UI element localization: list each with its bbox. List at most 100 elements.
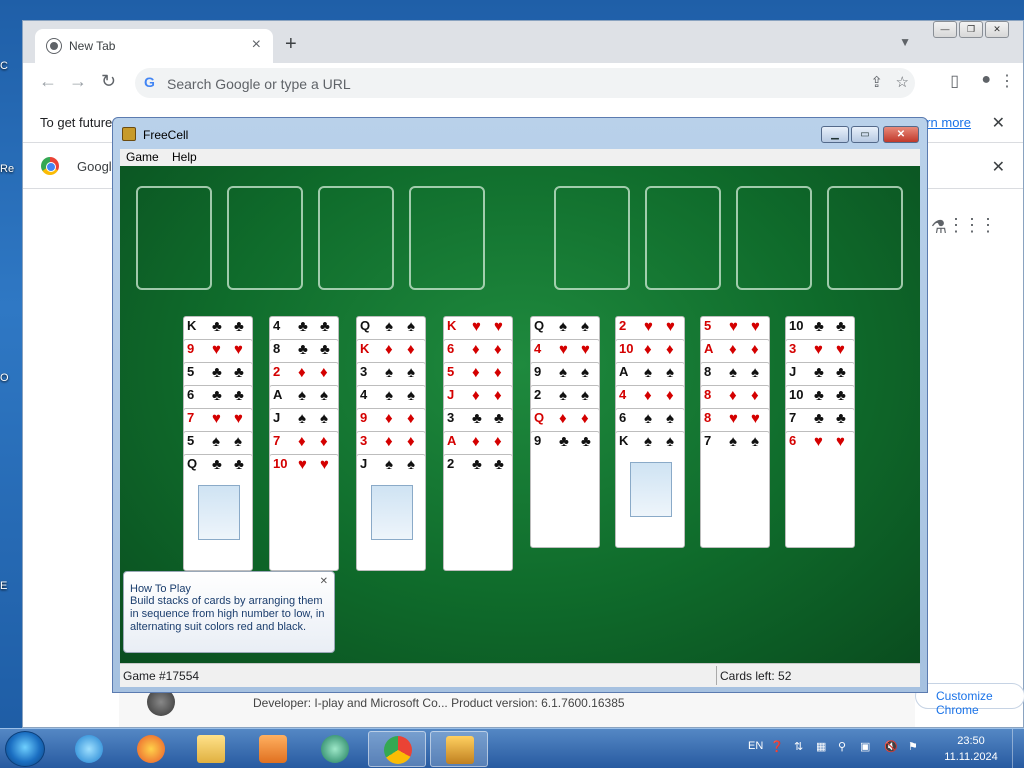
tray-arrow-icon[interactable]: ⇅ <box>794 740 803 753</box>
tray-app-icon[interactable]: ▦ <box>816 740 826 753</box>
card-rank: J <box>360 456 368 471</box>
card-rank: 2 <box>447 456 455 471</box>
card-face-picture <box>198 485 240 540</box>
flag-icon[interactable]: ⚑ <box>908 740 918 753</box>
share-icon[interactable]: ⇪ <box>870 73 883 91</box>
playing-card[interactable]: Q ♣ ♣ <box>183 454 253 571</box>
forward-icon[interactable]: → <box>69 71 87 92</box>
apps-grid-icon[interactable]: ⋮⋮⋮ <box>947 215 997 236</box>
card-suit-icon: ♠ <box>581 318 589 335</box>
maximize-button[interactable]: ❐ <box>959 21 983 38</box>
playing-card[interactable]: 2 ♣ ♣ <box>443 454 513 571</box>
card-rank: J <box>789 364 797 379</box>
close-button[interactable]: ✕ <box>883 126 919 143</box>
network-icon[interactable]: ▣ <box>860 740 870 753</box>
freecell-app-icon <box>122 127 136 141</box>
maximize-button[interactable]: ▭ <box>851 126 879 143</box>
game-number: Game #17554 <box>123 669 200 683</box>
chevron-down-icon[interactable]: ▼ <box>899 35 911 49</box>
playing-card[interactable]: J ♠ ♠ <box>356 454 426 571</box>
card-rank: 8 <box>704 410 712 425</box>
taskbar-freecell[interactable] <box>430 731 488 767</box>
card-suit-icon: ♣ <box>234 364 244 381</box>
card-suit-icon: ♥ <box>666 318 675 335</box>
card-rank: 8 <box>704 387 712 402</box>
card-suit-icon: ♠ <box>212 433 220 450</box>
free-cell[interactable] <box>409 186 485 290</box>
foundation-cell[interactable] <box>554 186 630 290</box>
free-cell[interactable] <box>318 186 394 290</box>
minimize-button[interactable]: — <box>933 21 957 38</box>
window-title: FreeCell <box>143 128 189 142</box>
card-suit-icon: ♦ <box>644 341 652 358</box>
card-suit-icon: ♥ <box>234 341 243 358</box>
card-suit-icon: ♦ <box>320 364 328 381</box>
desktop-icon-label[interactable]: C <box>0 60 22 72</box>
volume-muted-icon[interactable]: 🔇 <box>884 740 898 753</box>
search-icon[interactable]: ⚲ <box>838 740 846 753</box>
close-window-button[interactable]: ✕ <box>985 21 1009 38</box>
taskbar-explorer[interactable] <box>182 731 240 767</box>
desktop-icon-label[interactable]: O <box>0 372 22 384</box>
card-suit-icon: ♥ <box>729 318 738 335</box>
freecell-icon <box>446 736 474 764</box>
menu-game[interactable]: Game <box>126 150 159 164</box>
help-icon[interactable]: ❓ <box>770 740 784 753</box>
reload-icon[interactable]: ↻ <box>101 71 116 92</box>
card-suit-icon: ♠ <box>385 387 393 404</box>
chrome-icon <box>384 736 412 764</box>
show-desktop-button[interactable] <box>1012 729 1024 768</box>
taskbar-media-player[interactable] <box>244 731 302 767</box>
card-suit-icon: ♥ <box>494 318 503 335</box>
foundation-cell[interactable] <box>645 186 721 290</box>
omnibox[interactable]: G Search Google or type a URL ⇪ ☆ <box>135 68 915 98</box>
playing-card[interactable]: K ♠ ♠ <box>615 431 685 548</box>
card-rank: 4 <box>360 387 368 402</box>
card-rank: 9 <box>187 341 195 356</box>
desktop-icon-label[interactable]: E <box>0 580 22 592</box>
tab-new-tab[interactable]: New Tab × <box>35 29 273 63</box>
card-suit-icon: ♦ <box>472 364 480 381</box>
customize-chrome-button[interactable]: Customize Chrome <box>915 683 1024 717</box>
playing-card[interactable]: 10 ♥ ♥ <box>269 454 339 571</box>
close-infobar-icon[interactable]: ✕ <box>992 113 1005 133</box>
menu-bar: Game Help <box>120 149 920 166</box>
free-cell[interactable] <box>136 186 212 290</box>
start-button[interactable] <box>5 731 45 767</box>
card-suit-icon: ♣ <box>836 410 846 427</box>
card-suit-icon: ♠ <box>407 364 415 381</box>
bookmark-star-icon[interactable]: ☆ <box>896 73 909 91</box>
close-tooltip-icon[interactable]: ✕ <box>320 576 328 587</box>
side-panel-icon[interactable]: ▯ <box>950 71 959 91</box>
profile-icon[interactable]: ● <box>981 71 991 89</box>
language-indicator[interactable]: EN <box>748 740 763 752</box>
clock[interactable]: 23:50 11.11.2024 <box>940 733 1002 765</box>
back-icon[interactable]: ← <box>39 71 57 92</box>
labs-flask-icon[interactable]: ⚗ <box>931 217 947 238</box>
taskbar-firefox[interactable] <box>122 731 180 767</box>
close-tab-icon[interactable]: × <box>252 36 261 54</box>
menu-dots-icon[interactable]: ⋮ <box>999 71 1015 91</box>
free-cell[interactable] <box>227 186 303 290</box>
playing-card[interactable]: 6 ♥ ♥ <box>785 431 855 548</box>
taskbar-ie[interactable] <box>60 731 118 767</box>
card-suit-icon: ♦ <box>298 364 306 381</box>
card-suit-icon: ♦ <box>559 410 567 427</box>
playing-card[interactable]: 7 ♠ ♠ <box>700 431 770 548</box>
taskbar-chrome[interactable] <box>368 731 426 767</box>
playing-card[interactable]: 9 ♣ ♣ <box>530 431 600 548</box>
menu-help[interactable]: Help <box>172 150 197 164</box>
new-tab-button[interactable]: + <box>285 33 297 56</box>
card-suit-icon: ♠ <box>559 318 567 335</box>
cards-left: Cards left: 52 <box>720 669 792 683</box>
taskbar-app[interactable] <box>306 731 364 767</box>
desktop-icon-label[interactable]: Re <box>0 163 22 175</box>
foundation-cell[interactable] <box>736 186 812 290</box>
card-suit-icon: ♠ <box>385 318 393 335</box>
card-suit-icon: ♦ <box>385 410 393 427</box>
card-suit-icon: ♥ <box>559 341 568 358</box>
foundation-cell[interactable] <box>827 186 903 290</box>
card-suit-icon: ♦ <box>666 341 674 358</box>
minimize-button[interactable]: ▁ <box>821 126 849 143</box>
close-google-bar-icon[interactable]: ✕ <box>992 157 1005 177</box>
